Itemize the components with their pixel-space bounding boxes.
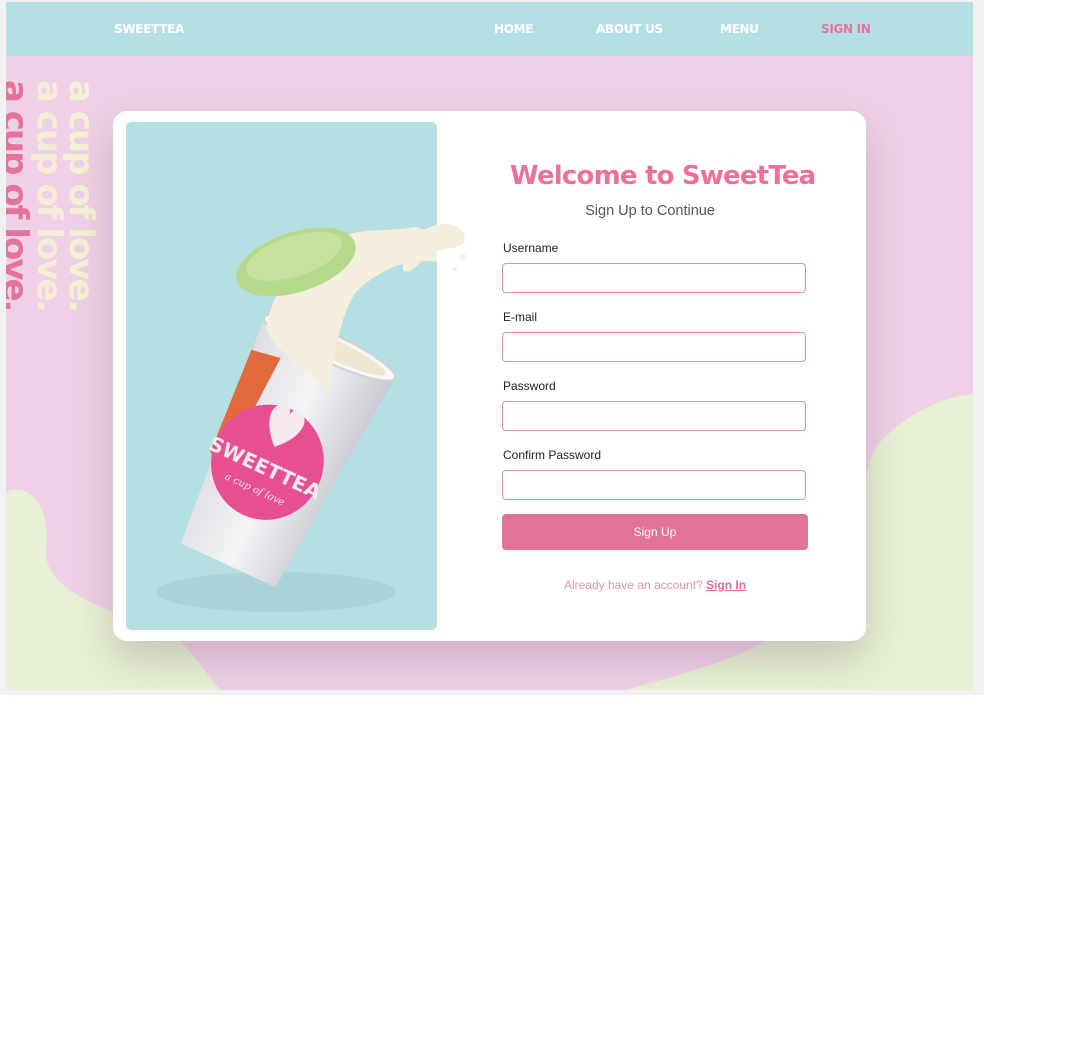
tea-cup-illustration: SWEETTEA a cup of love	[156, 227, 437, 612]
password-label: Password	[503, 379, 556, 393]
sign-up-button[interactable]: Sign Up	[502, 514, 808, 550]
slogan-text: a cup of love.	[61, 80, 101, 311]
email-label: E-mail	[503, 310, 538, 324]
page-stage: a cup of love. a cup of love. a cup of l…	[6, 2, 973, 690]
confirm-password-label: Confirm Password	[503, 448, 602, 462]
form-subtitle: Sign Up to Continue	[585, 203, 715, 219]
slogan-text: a cup of love.	[6, 80, 35, 311]
sign-in-prompt-text: Already have an account?	[563, 578, 703, 592]
email-input[interactable]	[502, 332, 806, 362]
sign-in-link[interactable]: Sign In	[706, 578, 746, 592]
brand-logo[interactable]: SWEETTEA	[114, 22, 184, 36]
password-input[interactable]	[502, 401, 806, 431]
confirm-password-input[interactable]	[502, 470, 806, 500]
username-label: Username	[503, 241, 559, 255]
signup-card: SWEETTEA a cup of love Welcome to SweetT…	[113, 111, 866, 641]
sign-in-prompt: Already have an account? Sign In	[502, 578, 808, 592]
form-title: Welcome to SweetTea	[510, 161, 816, 191]
slogan-text: a cup of love.	[29, 80, 69, 311]
nav-link-home[interactable]: HOME	[494, 22, 533, 36]
username-input[interactable]	[502, 263, 806, 293]
nav-link-sign-in[interactable]: SIGN IN	[821, 22, 871, 36]
nav-link-menu[interactable]: MENU	[720, 22, 759, 36]
page-frame: a cup of love. a cup of love. a cup of l…	[0, 0, 984, 695]
hero-image-panel: SWEETTEA a cup of love	[126, 122, 437, 630]
nav-link-about-us[interactable]: ABOUT US	[596, 22, 663, 36]
top-navbar: SWEETTEA HOME ABOUT US MENU SIGN IN	[6, 2, 973, 56]
milk-splash-decoration	[403, 224, 466, 272]
